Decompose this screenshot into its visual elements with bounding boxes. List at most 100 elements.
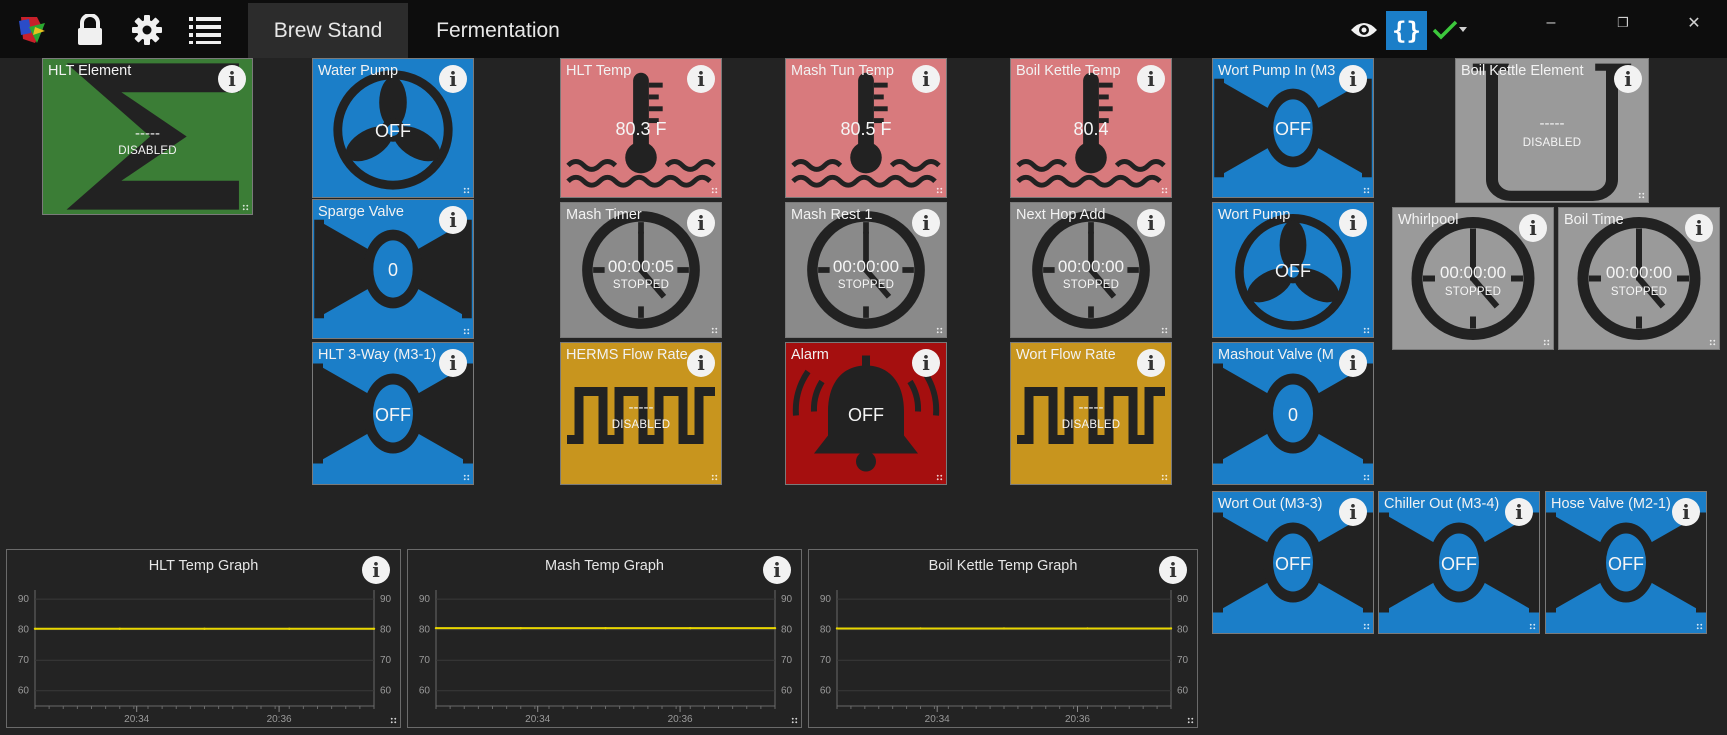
tile-hlt-element[interactable]: HLT Element i ----- DISABLED [42,58,253,215]
resize-handle[interactable] [1363,474,1370,481]
tile-alarm[interactable]: Alarm i OFF [785,342,947,485]
info-icon[interactable]: i [1137,349,1165,377]
tile-boil-kettle-temp[interactable]: Boil Kettle Temp i 80.4 [1010,58,1172,198]
resize-handle[interactable] [1709,339,1716,346]
tile-title: HLT Element [48,63,132,79]
info-icon[interactable]: i [687,349,715,377]
info-icon[interactable]: i [1672,498,1700,526]
restore-button[interactable]: ❐ [1600,8,1646,38]
x-tick-label: 20:36 [668,714,693,725]
tile-water-pump[interactable]: Water Pump i OFF [312,58,474,198]
resize-handle[interactable] [1363,187,1370,194]
resize-handle[interactable] [1161,327,1168,334]
info-icon[interactable]: i [763,556,791,584]
tile-mashout-valve[interactable]: Mashout Valve (M i 0 [1212,342,1374,485]
graph-mash-temp[interactable]: Mash Temp Graph i 90 90 80 80 70 70 60 60 20:34 2… [407,549,802,728]
resize-handle[interactable] [711,474,718,481]
info-icon[interactable]: i [1519,214,1547,242]
tile-title: HERMS Flow Rate [566,347,688,363]
resize-handle[interactable] [390,717,397,724]
info-icon[interactable]: i [687,209,715,237]
resize-handle[interactable] [463,187,470,194]
info-icon[interactable]: i [912,65,940,93]
tile-hlt-temp[interactable]: HLT Temp i 80.3 F [560,58,722,198]
resize-handle[interactable] [1638,192,1645,199]
app-logo-icon[interactable] [12,10,52,50]
info-icon[interactable]: i [1137,65,1165,93]
resize-handle[interactable] [936,474,943,481]
tile-title: Next Hop Add [1016,207,1106,223]
info-icon[interactable]: i [1505,498,1533,526]
tab-brew-stand[interactable]: Brew Stand [248,3,408,58]
tile-mash-rest-1[interactable]: Mash Rest 1 i 00:00:00 STOPPED [785,202,947,338]
info-icon[interactable]: i [439,65,467,93]
info-icon[interactable]: i [1339,498,1367,526]
info-icon[interactable]: i [1339,65,1367,93]
info-icon[interactable]: i [1137,209,1165,237]
resize-handle[interactable] [463,328,470,335]
tile-herms-flow-rate[interactable]: HERMS Flow Rate i ----- DISABLED [560,342,722,485]
tile-wort-pump[interactable]: Wort Pump i OFF [1212,202,1374,338]
lock-icon[interactable] [70,10,110,50]
resize-handle[interactable] [711,327,718,334]
info-icon[interactable]: i [439,206,467,234]
info-icon[interactable]: i [912,209,940,237]
caret-down-icon[interactable] [1456,10,1470,50]
tile-mash-tun-temp[interactable]: Mash Tun Temp i 80.5 F [785,58,947,198]
data-point [919,627,922,630]
tile-boil-time[interactable]: Boil Time i 00:00:00 STOPPED [1558,207,1720,350]
tile-value: 80.3 F [615,119,667,139]
info-icon[interactable]: i [218,65,246,93]
resize-handle[interactable] [1529,623,1536,630]
resize-handle[interactable] [463,474,470,481]
info-icon[interactable]: i [1614,65,1642,93]
info-icon[interactable]: i [1339,209,1367,237]
resize-handle[interactable] [1161,187,1168,194]
info-icon[interactable]: i [912,349,940,377]
eye-icon[interactable] [1344,10,1384,50]
resize-handle[interactable] [1696,623,1703,630]
tile-title: Mash Rest 1 [791,207,873,223]
resize-handle[interactable] [1187,717,1194,724]
tile-next-hop-add[interactable]: Next Hop Add i 00:00:00 STOPPED [1010,202,1172,338]
tile-whirlpool[interactable]: Whirlpool i 00:00:00 STOPPED [1392,207,1554,350]
resize-handle[interactable] [936,187,943,194]
resize-handle[interactable] [711,187,718,194]
tab-fermentation[interactable]: Fermentation [418,3,578,58]
braces-icon[interactable]: {} [1386,11,1427,50]
resize-handle[interactable] [1543,339,1550,346]
info-icon[interactable]: i [1339,349,1367,377]
tile-title: HLT 3-Way (M3-1) [318,347,437,363]
info-icon[interactable]: i [687,65,715,93]
tile-mash-timer[interactable]: Mash Timer i 00:00:05 STOPPED [560,202,722,338]
gear-icon[interactable] [127,10,167,50]
tile-wort-flow-rate[interactable]: Wort Flow Rate i ----- DISABLED [1010,342,1172,485]
minimize-button[interactable]: – [1528,8,1574,38]
graph-hlt-temp[interactable]: HLT Temp Graph i 90 90 80 80 70 70 60 60 20:34 20… [6,549,401,728]
tile-chiller-out[interactable]: Chiller Out (M3-4) i OFF [1378,491,1540,634]
tile-wort-out[interactable]: Wort Out (M3-3) i OFF [1212,491,1374,634]
tile-hose-valve[interactable]: Hose Valve (M2-1) i OFF [1545,491,1707,634]
list-icon[interactable] [185,10,225,50]
resize-handle[interactable] [936,327,943,334]
close-button[interactable]: ✕ [1671,8,1717,38]
resize-handle[interactable] [242,204,249,211]
tile-hlt-3way[interactable]: HLT 3-Way (M3-1) i OFF [312,342,474,485]
x-tick-label: 20:36 [1065,714,1090,725]
tile-sparge-valve[interactable]: Sparge Valve i 0 [312,199,474,339]
resize-handle[interactable] [1363,623,1370,630]
resize-handle[interactable] [1363,327,1370,334]
y-tick-label-right: 70 [380,655,392,666]
info-icon[interactable]: i [362,556,390,584]
tile-boil-kettle-element[interactable]: Boil Kettle Element i ----- DISABLED [1455,58,1649,203]
temp-chart: 90 90 80 80 70 70 60 60 20:34 20:36 [419,590,793,725]
resize-handle[interactable] [791,717,798,724]
resize-handle[interactable] [1161,474,1168,481]
tile-value: ----- [1539,115,1565,132]
graph-boil-kettle-temp[interactable]: Boil Kettle Temp Graph i 90 90 80 80 70 70 60 6… [808,549,1198,728]
tab-label: Brew Stand [273,18,383,42]
info-icon[interactable]: i [1159,556,1187,584]
tile-wort-pump-in[interactable]: Wort Pump In (M3 i OFF [1212,58,1374,198]
info-icon[interactable]: i [439,349,467,377]
info-icon[interactable]: i [1685,214,1713,242]
